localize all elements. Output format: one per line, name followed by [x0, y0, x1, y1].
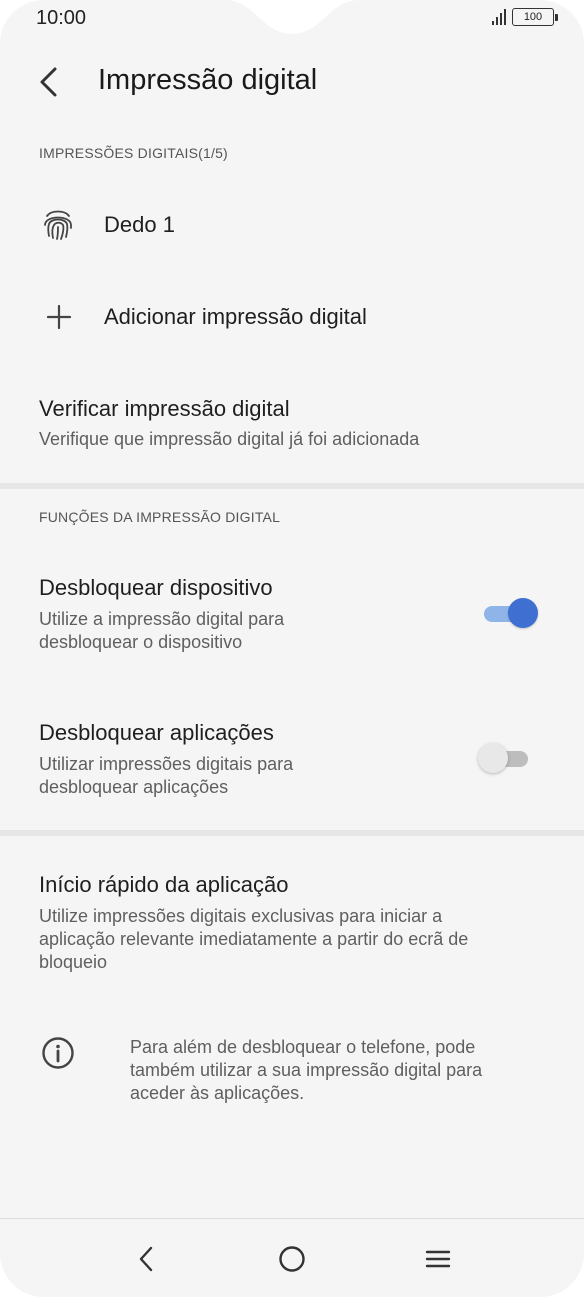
verify-fingerprint-item[interactable]: Verificar impressão digital Verifique qu…	[0, 385, 584, 465]
verify-fingerprint-subtitle: Verifique que impressão digital já foi a…	[39, 429, 420, 449]
section-divider	[0, 830, 584, 836]
app-header: Impressão digital	[0, 54, 584, 110]
section-label-fingerprints: IMPRESSÕES DIGITAIS(1/5)	[39, 145, 228, 161]
back-button[interactable]	[28, 60, 68, 104]
quick-launch-subtitle-line-1: Utilize impressões digitais exclusivas p…	[39, 906, 443, 926]
info-text: Para além de desbloquear o telefone, pod…	[130, 1036, 550, 1105]
quick-launch-subtitle-line-3: bloqueio	[39, 952, 108, 972]
unlock-device-title: Desbloquear dispositivo	[39, 575, 273, 600]
phone-screen: 10:00 100 Impressão digital IMPRESSÕES D…	[0, 0, 584, 1297]
fingerprint-icon	[44, 210, 72, 240]
unlock-apps-subtitle-line-1: Utilizar impressões digitais para	[39, 754, 294, 774]
nav-menu-button[interactable]	[416, 1239, 460, 1279]
info-icon	[42, 1037, 74, 1069]
unlock-device-subtitle-line-2: desbloquear o dispositivo	[39, 632, 243, 652]
status-time: 10:00	[36, 7, 87, 29]
unlock-apps-toggle[interactable]	[478, 743, 530, 773]
nav-home-button[interactable]	[270, 1239, 314, 1279]
nav-menu-icon	[425, 1250, 451, 1268]
section-label-functions: FUNÇÕES DA IMPRESSÃO DIGITAL	[39, 509, 281, 525]
nav-back-icon	[139, 1246, 153, 1272]
quick-launch-title: Início rápido da aplicação	[39, 872, 289, 897]
add-fingerprint-label: Adicionar impressão digital	[104, 304, 367, 329]
plus-icon	[46, 304, 72, 330]
nav-home-icon	[279, 1246, 305, 1272]
unlock-device-item[interactable]: Desbloquear dispositivo Utilize a impres…	[0, 565, 584, 665]
toggle-thumb	[508, 598, 538, 628]
status-indicators: 100	[492, 8, 558, 26]
unlock-device-toggle[interactable]	[484, 598, 538, 628]
back-arrow-icon	[40, 67, 57, 97]
fingerprint-item-label: Dedo 1	[104, 212, 175, 237]
info-text-line-3: aceder às aplicações.	[130, 1083, 305, 1103]
verify-fingerprint-title: Verificar impressão digital	[39, 396, 290, 421]
unlock-apps-item[interactable]: Desbloquear aplicações Utilizar impressõ…	[0, 710, 584, 810]
toggle-thumb	[478, 743, 508, 773]
unlock-device-subtitle-line-1: Utilize a impressão digital para	[39, 609, 285, 629]
unlock-apps-title: Desbloquear aplicações	[39, 720, 274, 745]
add-fingerprint-button[interactable]: Adicionar impressão digital	[0, 287, 584, 347]
fingerprint-item[interactable]: Dedo 1	[0, 195, 584, 255]
info-text-line-1: Para além de desbloquear o telefone, pod…	[130, 1037, 476, 1057]
section-divider	[0, 483, 584, 489]
battery-icon: 100	[512, 8, 558, 26]
unlock-apps-subtitle-line-2: desbloquear aplicações	[39, 777, 229, 797]
quick-launch-item[interactable]: Início rápido da aplicação Utilize impre…	[0, 862, 584, 982]
quick-launch-subtitle-line-2: aplicação relevante imediatamente a part…	[39, 929, 469, 949]
page-title: Impressão digital	[98, 64, 318, 96]
navigation-bar	[0, 1218, 584, 1297]
signal-icon	[492, 9, 506, 25]
info-text-line-2: também utilizar a sua impressão digital …	[130, 1060, 483, 1080]
nav-back-button[interactable]	[124, 1239, 168, 1279]
